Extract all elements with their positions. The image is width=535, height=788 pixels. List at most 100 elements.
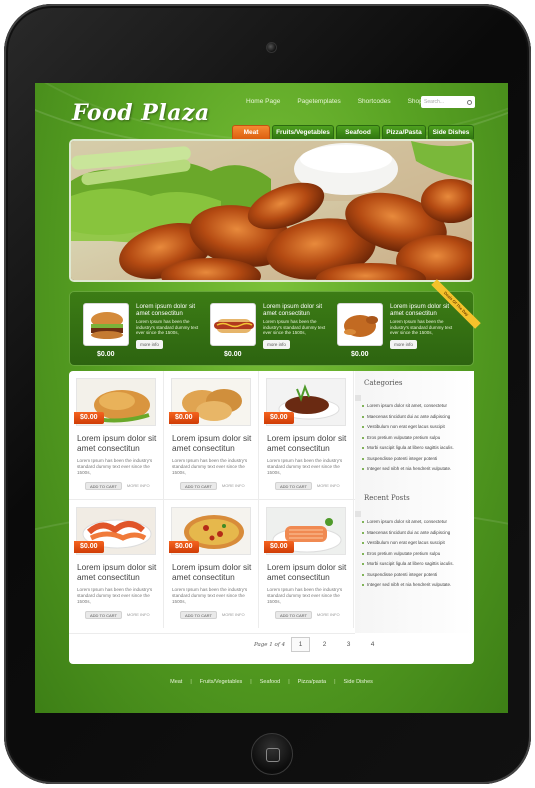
more-info-link[interactable]: MORE INFO <box>220 611 247 619</box>
tab-side-dishes[interactable]: Side Dishes <box>428 125 474 139</box>
recent-post-link[interactable]: Eros pretium vulputate pretium sulpu <box>359 549 471 560</box>
more-info-link[interactable]: MORE INFO <box>315 482 342 490</box>
more-info-link[interactable]: MORE INFO <box>125 482 152 490</box>
tab-pizza-pasta[interactable]: Pizza/Pasta <box>382 125 426 139</box>
page-2-button[interactable]: 2 <box>315 637 334 652</box>
nav-pagetemplates[interactable]: Pagetemplates <box>297 98 340 105</box>
product-title[interactable]: Lorem ipsum dolor sit amet consectitun <box>172 562 258 583</box>
site-logo[interactable]: Food Plaza <box>72 100 210 126</box>
featured-item: Lorem ipsum dolor sit amet consectitun L… <box>83 303 208 361</box>
recent-post-link[interactable]: Suspendisse potenti integer potenti <box>359 570 471 581</box>
category-link[interactable]: Suspendisse potenti integer potenti <box>359 454 471 465</box>
more-info-button[interactable]: more info <box>136 340 163 349</box>
product-card: $0.00 Lorem ipsum dolor sit amet consect… <box>69 500 164 628</box>
more-info-link[interactable]: MORE INFO <box>125 611 152 619</box>
product-title[interactable]: Lorem ipsum dolor sit amet consectitun <box>172 433 258 454</box>
tab-fruits-vegetables[interactable]: Fruits/Vegetables <box>272 125 334 139</box>
more-info-button[interactable]: more info <box>390 340 417 349</box>
tab-seafood[interactable]: Seafood <box>336 125 380 139</box>
page-indicator: Page 1 of 4 <box>254 641 286 648</box>
nav-home[interactable]: Home Page <box>246 98 280 105</box>
product-card: $0.00 Lorem ipsum dolor sit amet consect… <box>259 500 354 628</box>
add-to-cart-button[interactable]: ADD TO CART <box>85 482 122 490</box>
recent-post-link[interactable]: Morbi suscipit ligula at libero sagittis… <box>359 559 471 570</box>
product-desc: Lorem Ipsum has been the industry's stan… <box>267 587 343 604</box>
tab-meat[interactable]: Meat <box>232 125 270 139</box>
price-tag: $0.00 <box>169 541 199 553</box>
sidebar: Categories Lorem ipsum dolor sit amet, c… <box>355 371 474 633</box>
nav-shortcodes[interactable]: Shortcodes <box>358 98 391 105</box>
featured-item: Lorem ipsum dolor sit amet consectitun L… <box>210 303 335 361</box>
footer-link-side-dishes[interactable]: Side Dishes <box>344 679 373 685</box>
product-desc: Lorem Ipsum has been the industry's stan… <box>267 458 343 475</box>
recent-post-link[interactable]: Integer sed nibh et nia hendrerit vulput… <box>359 580 471 591</box>
category-link[interactable]: Lorem ipsum dolor sit amet, consectetur <box>359 401 471 412</box>
more-info-button[interactable]: more info <box>263 340 290 349</box>
product-desc: Lorem Ipsum has been the industry's stan… <box>77 458 153 475</box>
product-desc: Lorem Ipsum has been the industry's stan… <box>77 587 153 604</box>
price-tag: $0.00 <box>264 541 294 553</box>
roast-chicken-image[interactable] <box>337 303 383 346</box>
hero-banner-image[interactable] <box>69 139 474 282</box>
add-to-cart-button[interactable]: ADD TO CART <box>85 611 122 619</box>
category-link[interactable]: Integer sed nibh et nia hendrerit vulput… <box>359 464 471 475</box>
page-3-button[interactable]: 3 <box>339 637 358 652</box>
category-link[interactable]: Eros pretium vulputate pretium sulpu <box>359 433 471 444</box>
recent-posts-heading: Recent Posts <box>364 494 410 502</box>
more-info-link[interactable]: MORE INFO <box>220 482 247 490</box>
search-input[interactable]: Search... <box>421 96 475 108</box>
page-1-button[interactable]: 1 <box>291 637 311 652</box>
price-tag: $0.00 <box>74 412 104 424</box>
category-link[interactable]: Vestibulum non erat eget lacus suscipit <box>359 422 471 433</box>
camera-icon <box>266 42 277 53</box>
featured-item-title[interactable]: Lorem ipsum dolor sit amet consectitun <box>263 303 333 317</box>
featured-item-title[interactable]: Lorem ipsum dolor sit amet consectitun <box>136 303 206 317</box>
add-to-cart-button[interactable]: ADD TO CART <box>275 611 312 619</box>
featured-item: Lorem ipsum dolor sit amet consectitun L… <box>337 303 462 361</box>
pagination-divider <box>69 633 355 634</box>
product-card: $0.00 Lorem ipsum dolor sit amet consect… <box>69 371 164 499</box>
category-tabs: Meat Fruits/Vegetables Seafood Pizza/Pas… <box>232 125 474 139</box>
category-link[interactable]: Maecenas tincidunt dui ac ante adipiscin… <box>359 412 471 423</box>
burger-image[interactable] <box>83 303 129 346</box>
footer-nav: Meat | Fruits/Vegetables | Seafood | Pizza/… <box>170 679 373 685</box>
product-title[interactable]: Lorem ipsum dolor sit amet consectitun <box>267 562 353 583</box>
recent-post-link[interactable]: Vestibulum non erat eget lacus suscipit <box>359 538 471 549</box>
footer-link-seafood[interactable]: Seafood <box>260 679 281 685</box>
product-grid: $0.00 Lorem ipsum dolor sit amet consect… <box>69 371 355 633</box>
product-card: $0.00 Lorem ipsum dolor sit amet consect… <box>259 371 354 499</box>
product-title[interactable]: Lorem ipsum dolor sit amet consectitun <box>77 433 163 454</box>
featured-item-price: $0.00 <box>97 351 115 358</box>
home-button[interactable] <box>251 733 293 775</box>
product-title[interactable]: Lorem ipsum dolor sit amet consectitun <box>267 433 353 454</box>
recent-post-link[interactable]: Lorem ipsum dolor sit amet, consectetur <box>359 517 471 528</box>
product-card: $0.00 Lorem ipsum dolor sit amet consect… <box>164 500 259 628</box>
footer-link-pizza[interactable]: Pizza/pasta <box>298 679 326 685</box>
more-info-link[interactable]: MORE INFO <box>315 611 342 619</box>
product-title[interactable]: Lorem ipsum dolor sit amet consectitun <box>77 562 163 583</box>
search-icon[interactable] <box>467 99 472 105</box>
page-4-button[interactable]: 4 <box>363 637 382 652</box>
pagination: Page 1 of 4 1 2 3 4 <box>254 637 387 652</box>
product-card: $0.00 Lorem ipsum dolor sit amet consect… <box>164 371 259 499</box>
add-to-cart-button[interactable]: ADD TO CART <box>275 482 312 490</box>
featured-deals-strip: Deals Of The Day Lorem ipsum dolor sit a… <box>69 279 481 366</box>
hotdog-image[interactable] <box>210 303 256 346</box>
price-tag: $0.00 <box>74 541 104 553</box>
main-content-panel: $0.00 Lorem ipsum dolor sit amet consect… <box>69 371 474 664</box>
featured-item-title[interactable]: Lorem ipsum dolor sit amet consectitun <box>390 303 460 317</box>
category-link[interactable]: Morbi suscipit ligula at libero sagittis… <box>359 443 471 454</box>
featured-item-price: $0.00 <box>224 351 242 358</box>
featured-item-desc: Lorem Ipsum has been the industry's stan… <box>136 319 199 336</box>
categories-heading: Categories <box>364 379 403 387</box>
featured-item-desc: Lorem Ipsum has been the industry's stan… <box>390 319 453 336</box>
price-tag: $0.00 <box>169 412 199 424</box>
featured-item-price: $0.00 <box>351 351 369 358</box>
footer-link-meat[interactable]: Meat <box>170 679 182 685</box>
website-screen: Food Plaza Home Page Pagetemplates Short… <box>35 83 508 713</box>
add-to-cart-button[interactable]: ADD TO CART <box>180 611 217 619</box>
categories-list: Lorem ipsum dolor sit amet, consectetur … <box>359 401 471 475</box>
footer-link-fruits[interactable]: Fruits/Vegetables <box>200 679 243 685</box>
add-to-cart-button[interactable]: ADD TO CART <box>180 482 217 490</box>
recent-post-link[interactable]: Maecenas tincidunt dui ac ante adipiscin… <box>359 528 471 539</box>
